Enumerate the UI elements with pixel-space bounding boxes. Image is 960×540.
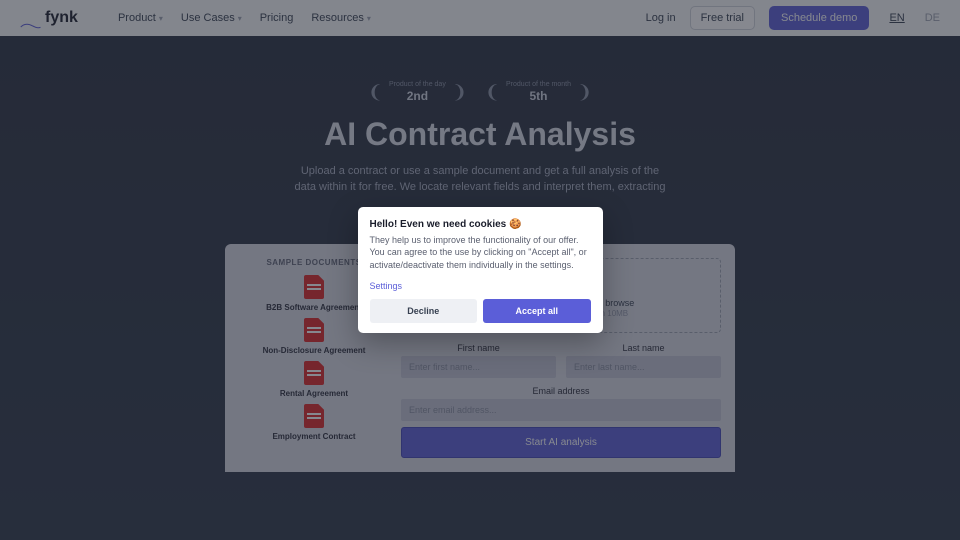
cookie-accept-button[interactable]: Accept all bbox=[483, 299, 591, 323]
cookie-title: Hello! Even we need cookies 🍪 bbox=[370, 219, 591, 230]
cookie-settings-link[interactable]: Settings bbox=[370, 281, 591, 291]
cookie-body: They help us to improve the functionalit… bbox=[370, 234, 591, 272]
cookie-dialog: Hello! Even we need cookies 🍪 They help … bbox=[358, 207, 603, 334]
cookie-decline-button[interactable]: Decline bbox=[370, 299, 478, 323]
modal-overlay: Hello! Even we need cookies 🍪 They help … bbox=[0, 0, 960, 540]
